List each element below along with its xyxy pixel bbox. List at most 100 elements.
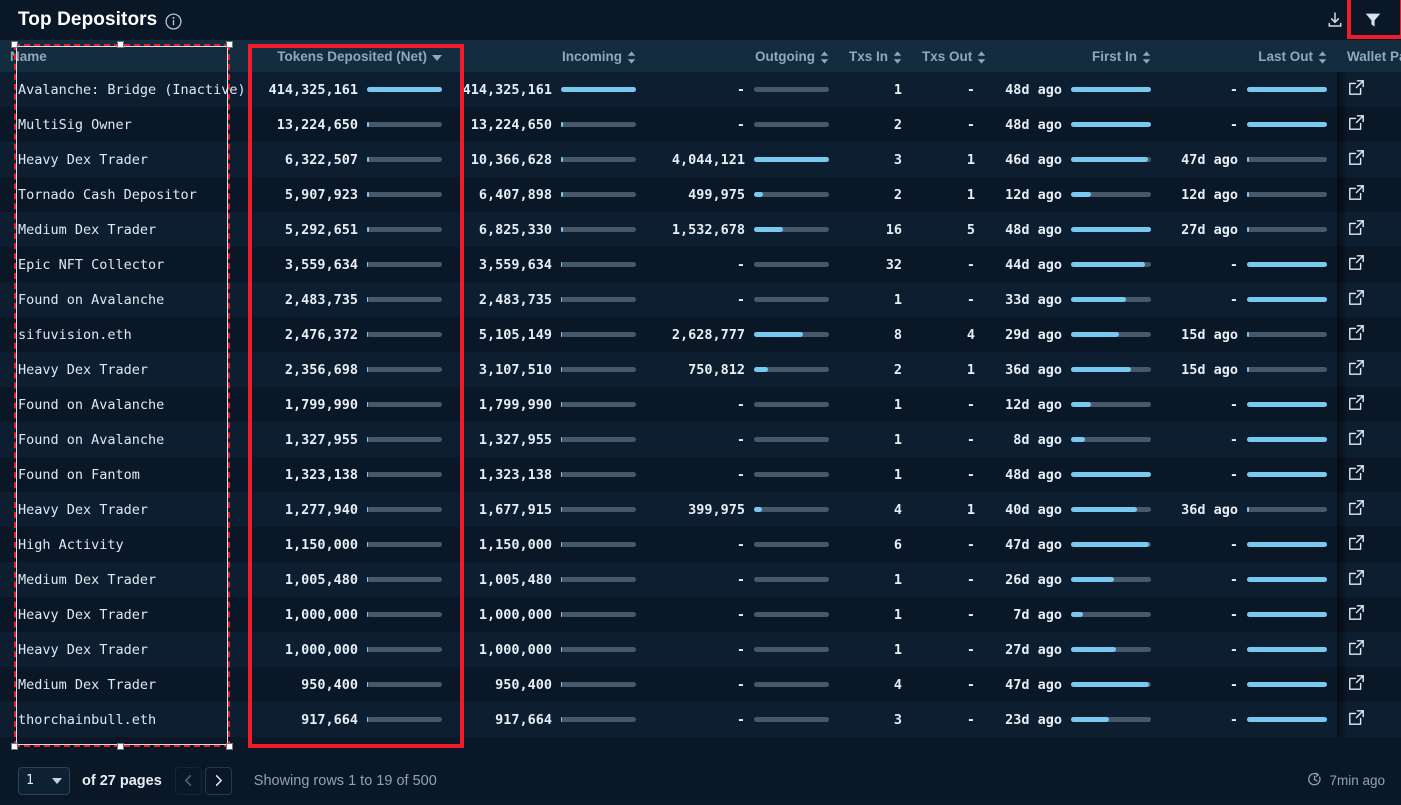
cell-tokens-deposited: 1,000,000 (246, 597, 452, 632)
external-link-icon[interactable] (1348, 114, 1365, 131)
cell-wallet-pair-profiler[interactable] (1337, 212, 1401, 247)
selection-handle-bottom-center[interactable] (117, 743, 124, 750)
cell-wallet-pair-profiler[interactable] (1337, 72, 1401, 107)
table-row[interactable]: Epic NFT Collector 3,559,634 3,559,634 - 32 -… (0, 247, 1401, 282)
cell-wallet-pair-profiler[interactable] (1337, 632, 1401, 667)
table-row[interactable]: Found on Avalanche 1,327,955 1,327,955 - 1 - 8… (0, 422, 1401, 457)
column-header-txs-out[interactable]: Txs Out (912, 40, 986, 72)
cell-wallet-pair-profiler[interactable] (1337, 527, 1401, 562)
cell-wallet-pair-profiler[interactable] (1337, 142, 1401, 177)
external-link-icon[interactable] (1348, 149, 1365, 166)
external-link-icon[interactable] (1348, 324, 1365, 341)
prev-page-button[interactable] (174, 766, 202, 795)
cell-name: Found on Fantom (18, 466, 140, 483)
cell-last-out-value: 12d ago (1181, 186, 1238, 203)
external-link-icon[interactable] (1348, 394, 1365, 411)
column-header-name[interactable]: Name (0, 40, 246, 72)
cell-wallet-pair-profiler[interactable] (1337, 702, 1401, 737)
page-select[interactable]: 123 (18, 766, 70, 795)
selection-handle-bottom-left[interactable] (11, 743, 18, 750)
table-row[interactable]: Avalanche: Bridge (Inactive) 414,325,161 4… (0, 72, 1401, 107)
cell-outgoing: - (646, 422, 839, 457)
external-link-icon[interactable] (1348, 184, 1365, 201)
value-bar (1071, 647, 1151, 652)
value-bar (1071, 227, 1151, 232)
chevron-left-icon (184, 775, 191, 786)
column-header-incoming[interactable]: Incoming (452, 40, 646, 72)
cell-wallet-pair-profiler[interactable] (1337, 387, 1401, 422)
cell-outgoing-value: - (736, 291, 745, 308)
cell-wallet-pair-profiler[interactable] (1337, 667, 1401, 702)
column-header-txs-in[interactable]: Txs In (839, 40, 912, 72)
cell-outgoing: 1,532,678 (646, 212, 839, 247)
value-bar (1247, 682, 1327, 687)
cell-wallet-pair-profiler[interactable] (1337, 177, 1401, 212)
external-link-icon[interactable] (1348, 534, 1365, 551)
table-row[interactable]: Found on Avalanche 1,799,990 1,799,990 - 1 - 1… (0, 387, 1401, 422)
table-row[interactable]: Found on Fantom 1,323,138 1,323,138 - 1 - 48d … (0, 457, 1401, 492)
external-link-icon[interactable] (1348, 569, 1365, 586)
last-refresh[interactable]: 7min ago (1307, 772, 1385, 790)
table-row[interactable]: Medium Dex Trader 5,292,651 6,825,330 1,532… (0, 212, 1401, 247)
external-link-icon[interactable] (1348, 359, 1365, 376)
external-link-icon[interactable] (1348, 464, 1365, 481)
column-header-wallet-pair-profiler[interactable]: Wallet Pair Profiler (1337, 40, 1401, 72)
table-row[interactable]: High Activity 1,150,000 1,150,000 - 6 - 47d ag… (0, 527, 1401, 562)
external-link-icon[interactable] (1348, 674, 1365, 691)
table-row[interactable]: Heavy Dex Trader 1,000,000 1,000,000 - 1 - 27d… (0, 632, 1401, 667)
filter-button[interactable] (1359, 6, 1387, 34)
column-header-first-in[interactable]: First In (985, 40, 1161, 72)
cell-first-in-value: 48d ago (1005, 221, 1062, 238)
cell-wallet-pair-profiler[interactable] (1337, 247, 1401, 282)
external-link-icon[interactable] (1348, 604, 1365, 621)
cell-first-in-value: 48d ago (1005, 81, 1062, 98)
value-bar (367, 192, 442, 197)
table-row[interactable]: Heavy Dex Trader 2,356,698 3,107,510 750,81… (0, 352, 1401, 387)
table-row[interactable]: Found on Avalanche 2,483,735 2,483,735 - 1 - 3… (0, 282, 1401, 317)
table-row[interactable]: sifuvision.eth 2,476,372 5,105,149 2,628,77… (0, 317, 1401, 352)
external-link-icon[interactable] (1348, 79, 1365, 96)
table-row[interactable]: Medium Dex Trader 1,005,480 1,005,480 - 1 - 26… (0, 562, 1401, 597)
value-bar (367, 647, 442, 652)
cell-wallet-pair-profiler[interactable] (1337, 107, 1401, 142)
cell-wallet-pair-profiler[interactable] (1337, 422, 1401, 457)
next-page-button[interactable] (204, 766, 232, 795)
table-row[interactable]: Heavy Dex Trader 1,000,000 1,000,000 - 1 - 7d … (0, 597, 1401, 632)
table-row[interactable]: Tornado Cash Depositor 5,907,923 6,407,898… (0, 177, 1401, 212)
external-link-icon[interactable] (1348, 219, 1365, 236)
selection-handle-bottom-right[interactable] (226, 743, 233, 750)
column-header-last-out[interactable]: Last Out (1161, 40, 1337, 72)
table-row[interactable]: thorchainbull.eth 917,664 917,664 - 3 - 23d ag… (0, 702, 1401, 737)
cell-wallet-pair-profiler[interactable] (1337, 597, 1401, 632)
cell-first-in: 33d ago (985, 282, 1161, 317)
column-header-outgoing[interactable]: Outgoing (646, 40, 839, 72)
value-bar (367, 437, 442, 442)
cell-incoming: 13,224,650 (452, 107, 646, 142)
external-link-icon[interactable] (1348, 289, 1365, 306)
cell-name: MultiSig Owner (18, 116, 132, 133)
download-button[interactable] (1321, 6, 1349, 34)
table-row[interactable]: Medium Dex Trader 950,400 950,400 - 4 - 47d ag… (0, 667, 1401, 702)
cell-wallet-pair-profiler[interactable] (1337, 282, 1401, 317)
cell-wallet-pair-profiler[interactable] (1337, 352, 1401, 387)
cell-wallet-pair-profiler[interactable] (1337, 562, 1401, 597)
cell-wallet-pair-profiler[interactable] (1337, 317, 1401, 352)
table-row[interactable]: Heavy Dex Trader 1,277,940 1,677,915 399,97… (0, 492, 1401, 527)
column-header-incoming-label: Incoming (562, 48, 622, 64)
external-link-icon[interactable] (1348, 709, 1365, 726)
sort-updown-icon (820, 50, 829, 64)
table-row[interactable]: MultiSig Owner 13,224,650 13,224,650 - 2 - 48d… (0, 107, 1401, 142)
external-link-icon[interactable] (1348, 429, 1365, 446)
external-link-icon[interactable] (1348, 499, 1365, 516)
column-header-tokens-deposited[interactable]: Tokens Deposited (Net) (246, 40, 452, 72)
external-link-icon[interactable] (1348, 254, 1365, 271)
cell-last-out-value: - (1229, 711, 1238, 728)
cell-wallet-pair-profiler[interactable] (1337, 457, 1401, 492)
cell-txs-in: 3 (893, 151, 902, 168)
cell-wallet-pair-profiler[interactable] (1337, 492, 1401, 527)
external-link-icon[interactable] (1348, 639, 1365, 656)
value-bar (561, 682, 636, 687)
table-row[interactable]: Heavy Dex Trader 6,322,507 10,366,628 4,044… (0, 142, 1401, 177)
info-circle-icon[interactable] (165, 12, 182, 30)
value-bar (1071, 262, 1151, 267)
